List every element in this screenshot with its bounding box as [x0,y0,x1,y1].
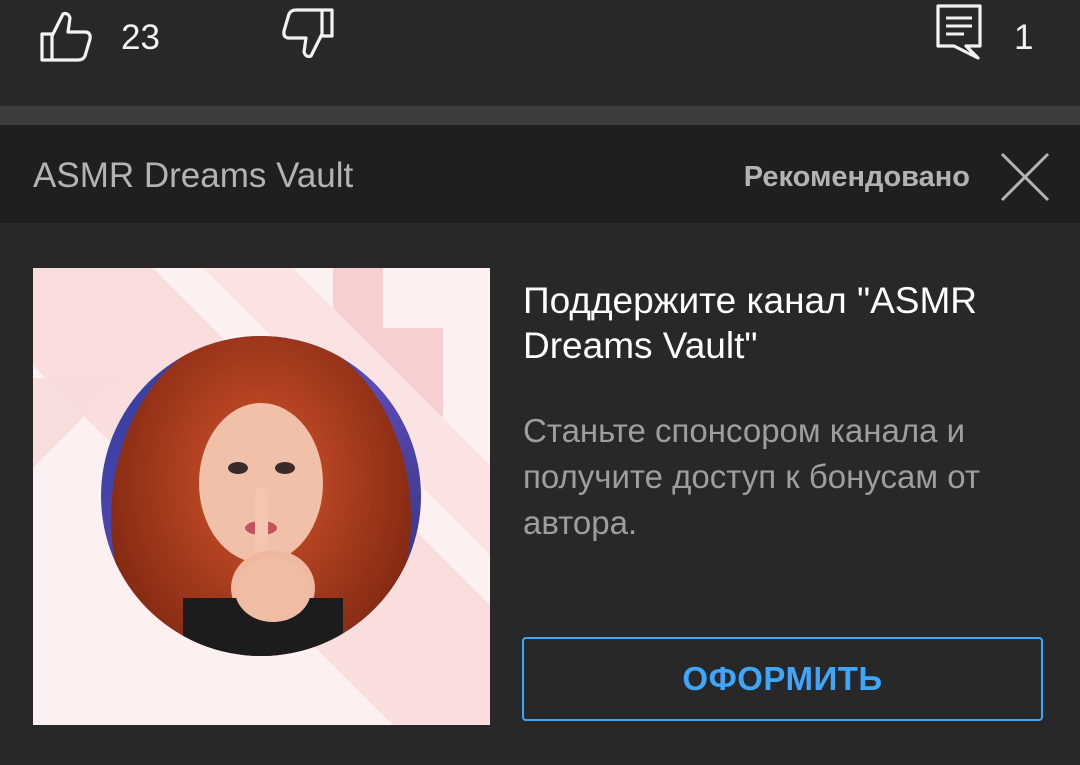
channel-name: ASMR Dreams Vault [33,156,354,195]
like-count: 23 [121,18,160,57]
channel-promo-image [33,268,490,725]
thumbs-up-icon[interactable] [38,8,94,64]
promo-title: Поддержите канал "ASMR Dreams Vault" [523,280,977,366]
section-divider [0,106,1080,125]
comment-icon[interactable] [934,2,984,62]
thumbs-down-icon[interactable] [280,6,336,62]
promo-description: Станьте спонсором канала и получите дост… [523,412,980,541]
close-icon[interactable] [996,148,1054,206]
comment-count: 1 [1014,18,1034,57]
recommended-label: Рекомендовано [743,161,970,193]
subscribe-button[interactable]: ОФОРМИТЬ [522,637,1043,721]
video-actions-bar [0,0,1080,106]
